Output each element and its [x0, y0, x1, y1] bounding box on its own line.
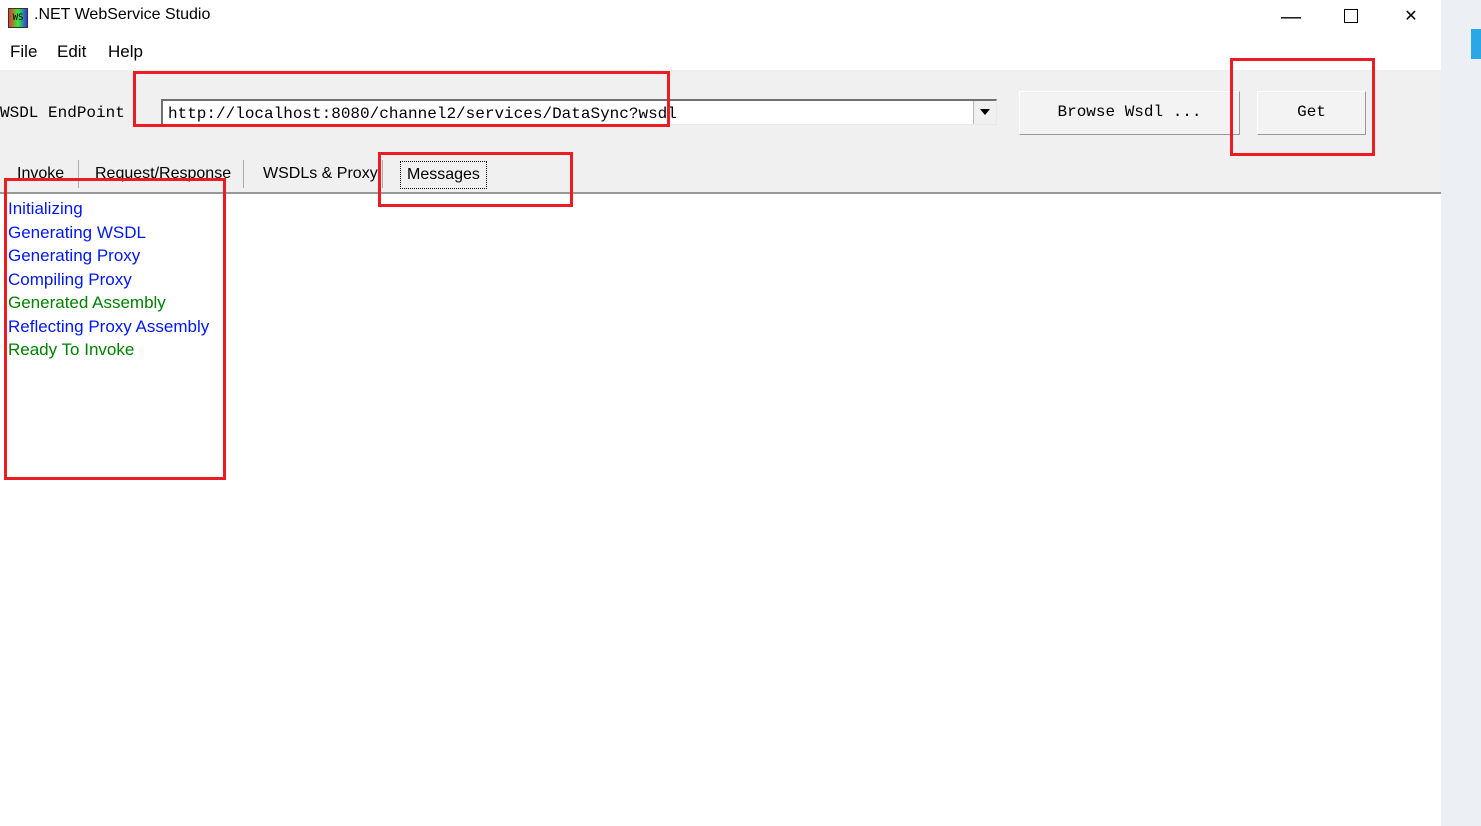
message-line: Ready To Invoke [8, 339, 134, 361]
menu-file[interactable]: File [10, 40, 37, 64]
tabbar: Invoke Request/Response WSDLs & Proxy Me… [0, 150, 1441, 192]
messages-panel: Initializing Generating WSDL Generating … [0, 194, 1441, 826]
adjacent-window-fragment [1471, 29, 1481, 59]
endpoint-combobox[interactable] [161, 99, 997, 125]
tab-messages[interactable]: Messages [400, 161, 487, 189]
browse-wsdl-button[interactable]: Browse Wsdl ... [1019, 91, 1240, 135]
endpoint-dropdown-button[interactable] [973, 101, 996, 124]
message-line: Compiling Proxy [8, 269, 132, 291]
window-maximize-button[interactable] [1321, 0, 1381, 34]
message-line: Generating Proxy [8, 245, 140, 267]
get-button[interactable]: Get [1257, 91, 1366, 135]
titlebar: WS .NET WebService Studio — ✕ [0, 0, 1441, 35]
toolbar: WSDL EndPoint Browse Wsdl ... Get [0, 70, 1441, 150]
endpoint-input[interactable] [166, 103, 970, 125]
maximize-icon [1344, 9, 1358, 23]
message-line: Generated Assembly [8, 292, 166, 314]
chevron-down-icon [980, 109, 990, 115]
menubar: File Edit Help [0, 34, 1441, 71]
message-line: Reflecting Proxy Assembly [8, 316, 209, 338]
tab-separator [243, 160, 244, 188]
adjacent-window-sliver [1441, 0, 1481, 826]
tab-separator [382, 160, 383, 188]
tab-request-response[interactable]: Request/Response [90, 161, 236, 187]
window-close-button[interactable]: ✕ [1381, 0, 1441, 34]
message-line: Initializing [8, 198, 83, 220]
menu-edit[interactable]: Edit [57, 40, 86, 64]
tab-wsdls-proxy[interactable]: WSDLs & Proxy [258, 161, 383, 187]
tab-invoke[interactable]: Invoke [12, 161, 69, 187]
endpoint-label: WSDL EndPoint [0, 104, 125, 122]
app-title: .NET WebService Studio [34, 6, 210, 24]
message-line: Generating WSDL [8, 222, 146, 244]
tab-separator [78, 160, 79, 188]
menu-help[interactable]: Help [108, 40, 143, 64]
window-minimize-button[interactable]: — [1261, 0, 1321, 34]
app-icon: WS [8, 8, 28, 28]
